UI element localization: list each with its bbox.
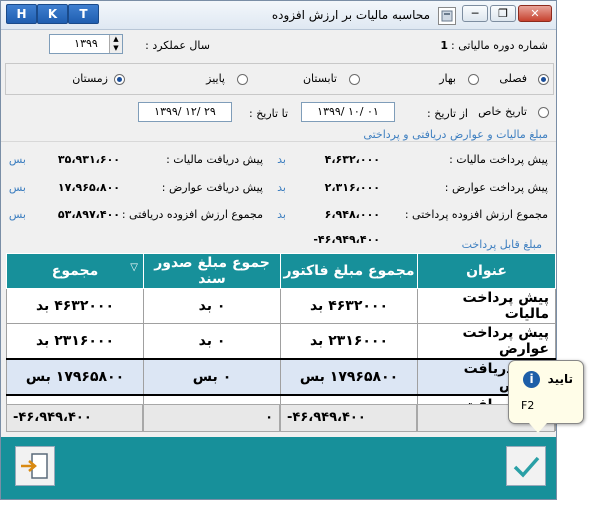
- to-date-label: تا تاریخ :: [249, 107, 288, 120]
- cell-title: پیش پرداخت عوارض: [417, 323, 556, 360]
- custom-date-label: تاریخ خاص: [478, 105, 527, 118]
- col-header-title[interactable]: عنوان: [417, 253, 556, 289]
- from-date-label: از تاریخ :: [427, 107, 468, 120]
- close-button[interactable]: ✕: [518, 5, 552, 22]
- cell-document: ۰ بس: [143, 358, 281, 396]
- hotkey-k-button[interactable]: K: [37, 4, 68, 24]
- window-title: محاسبه ماليات بر ارزش افزوده: [271, 8, 430, 22]
- total-received-dir: بس: [8, 208, 26, 221]
- fiscal-year-stepper[interactable]: ۱۳۹۹ ▲ ▼: [49, 34, 123, 54]
- radio-autumn[interactable]: [237, 74, 248, 85]
- col-header-document[interactable]: جموع مبلغ صدور سند: [143, 253, 281, 289]
- prepaid-toll-dir: بد: [277, 181, 286, 194]
- divider: [1, 141, 556, 142]
- exit-door-icon: [21, 453, 48, 479]
- totals-row: -۴۶،۹۴۹،۴۰۰ ۰ -۴۶،۹۴۹،۴۰۰: [6, 404, 555, 432]
- tooltip-title: تایید: [547, 372, 573, 386]
- info-icon: i: [523, 371, 540, 388]
- prepaid-tax-value: ۴،۶۳۲،۰۰۰: [324, 153, 380, 166]
- radio-spring[interactable]: [468, 74, 479, 85]
- payable-label: مبلغ قابل پرداخت: [461, 238, 542, 251]
- filter-icon[interactable]: ▽: [130, 262, 138, 273]
- payable-value: ۴۶،۹۴۹،۴۰۰-: [313, 233, 380, 246]
- cell-document: ۰ بد: [143, 323, 281, 360]
- total-received-label: مجموع ارزش افزوده دریافتی :: [121, 208, 263, 221]
- cell-total: ۲۳۱۶۰۰۰ بد: [6, 323, 144, 360]
- title-bar: H K T محاسبه ماليات بر ارزش افزوده ─ ❐ ✕: [1, 1, 556, 30]
- cell-invoice: ۱۷۹۶۵۸۰۰ بس: [280, 358, 418, 396]
- cell-total: ۴۶۳۲۰۰۰ بد: [6, 288, 144, 324]
- col-header-total[interactable]: مجموع ▽: [6, 253, 144, 289]
- hotkey-h-button[interactable]: H: [6, 4, 37, 24]
- app-icon: [438, 7, 456, 25]
- from-date-value: ۱۳۹۹/ ۱۰/ ۰۱: [317, 105, 379, 118]
- hotkey-t-button[interactable]: T: [68, 4, 99, 24]
- total-sum-cell: -۴۶،۹۴۹،۴۰۰: [6, 404, 143, 432]
- minimize-button[interactable]: ─: [462, 5, 488, 22]
- from-date-input[interactable]: ۱۳۹۹/ ۱۰/ ۰۱: [301, 102, 395, 122]
- received-toll-dir: بس: [8, 181, 26, 194]
- footer-bar: [1, 437, 556, 499]
- to-date-input[interactable]: ۱۳۹۹/ ۱۲/ ۲۹: [138, 102, 232, 122]
- confirm-tooltip: i تایید F2: [508, 360, 584, 433]
- radio-quarterly-label: فصلی: [499, 72, 527, 85]
- total-paid-dir: بد: [277, 208, 286, 221]
- received-toll-label: پیش دریافت عوارض :: [161, 181, 263, 194]
- period-label: شماره دوره مالیاتی :: [451, 39, 548, 52]
- exit-button[interactable]: [15, 446, 55, 486]
- radio-winter-label: زمستان: [72, 72, 108, 85]
- radio-spring-label: بهار: [439, 72, 456, 85]
- received-toll-value: ۱۷،۹۶۵،۸۰۰: [57, 181, 120, 194]
- summary-section-title: مبلغ مالیات و عوارض دریافتی و پرداختی: [363, 128, 548, 141]
- fiscal-year-label: سال عملکرد :: [145, 39, 210, 52]
- prepaid-toll-value: ۲،۳۱۶،۰۰۰: [324, 181, 380, 194]
- table-row[interactable]: ۴۶۳۲۰۰۰ بد ۰ بد ۴۶۳۲۰۰۰ بد پیش پرداخت ما…: [6, 288, 556, 324]
- total-document-cell: ۰: [143, 404, 280, 432]
- col-header-total-label: مجموع: [51, 263, 99, 279]
- radio-winter[interactable]: [114, 74, 125, 85]
- prepaid-toll-label: پیش پرداخت عوارض :: [444, 181, 548, 194]
- cell-title: پیش پرداخت مالیات: [417, 288, 556, 324]
- fiscal-year-value: ۱۳۹۹: [74, 37, 98, 50]
- radio-summer[interactable]: [349, 74, 360, 85]
- radio-custom-date[interactable]: [538, 107, 549, 118]
- period-value: 1: [440, 39, 448, 52]
- restore-button[interactable]: ❐: [490, 5, 516, 22]
- col-header-invoice[interactable]: مجموع مبلغ فاکتور: [280, 253, 418, 289]
- to-date-value: ۱۳۹۹/ ۱۲/ ۲۹: [154, 105, 216, 118]
- radio-summer-label: تابستان: [302, 72, 337, 85]
- cell-invoice: ۲۳۱۶۰۰۰ بد: [280, 323, 418, 360]
- table-row-selected[interactable]: ۱۷۹۶۵۸۰۰ بس ۰ بس ۱۷۹۶۵۸۰۰ بس پیش دریافت …: [6, 358, 556, 396]
- table-row[interactable]: ۲۳۱۶۰۰۰ بد ۰ بد ۲۳۱۶۰۰۰ بد پیش پرداخت عو…: [6, 323, 556, 360]
- received-tax-label: پیش دریافت مالیات :: [166, 153, 263, 166]
- check-icon: [513, 456, 540, 478]
- radio-quarterly[interactable]: [538, 74, 549, 85]
- cell-invoice: ۴۶۳۲۰۰۰ بد: [280, 288, 418, 324]
- cell-document: ۰ بد: [143, 288, 281, 324]
- total-paid-value: ۶،۹۴۸،۰۰۰: [324, 208, 380, 221]
- total-invoice-cell: -۴۶،۹۴۹،۴۰۰: [280, 404, 417, 432]
- cell-total: ۱۷۹۶۵۸۰۰ بس: [6, 358, 144, 396]
- received-tax-value: ۳۵،۹۳۱،۶۰۰: [57, 153, 120, 166]
- spin-arrows-icon[interactable]: ▲ ▼: [109, 35, 122, 53]
- main-window: H K T محاسبه ماليات بر ارزش افزوده ─ ❐ ✕…: [0, 0, 557, 500]
- prepaid-tax-dir: بد: [277, 153, 286, 166]
- tooltip-shortcut: F2: [521, 399, 535, 412]
- total-received-value: ۵۳،۸۹۷،۴۰۰: [57, 208, 120, 221]
- received-tax-dir: بس: [8, 153, 26, 166]
- table-header-row: مجموع ▽ جموع مبلغ صدور سند مجموع مبلغ فاک…: [6, 253, 556, 289]
- confirm-button[interactable]: [506, 446, 546, 486]
- total-paid-label: مجموع ارزش افزوده پرداختی :: [404, 208, 548, 221]
- radio-autumn-label: پاییز: [206, 72, 225, 85]
- prepaid-tax-label: پیش پرداخت مالیات :: [449, 153, 548, 166]
